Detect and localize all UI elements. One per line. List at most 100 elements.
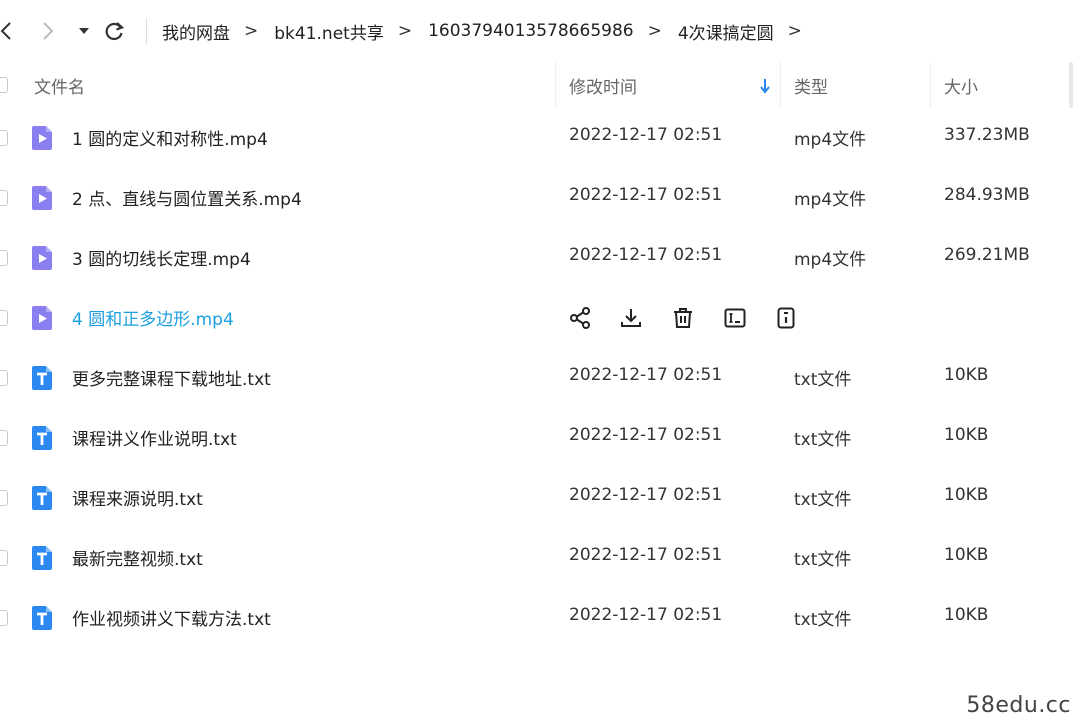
file-name[interactable]: 4 圆和正多边形.mp4 [72,305,234,330]
file-name[interactable]: 课程讲义作业说明.txt [72,425,237,450]
breadcrumb-item-current[interactable]: 4次课搞定圆 [678,19,774,44]
breadcrumb-item[interactable]: 1603794013578665986 [428,21,634,41]
file-list-header: 文件名 修改时间 类型 大小 [0,62,1085,108]
file-row[interactable]: 课程来源说明.txt 2022-12-17 02:51 txt文件 10KB [0,468,1085,528]
info-icon [777,307,795,329]
column-header-type[interactable]: 类型 [794,73,828,98]
file-row[interactable]: 1 圆的定义和对称性.mp4 2022-12-17 02:51 mp4文件 33… [0,108,1085,168]
text-file-icon [32,426,52,450]
text-file-icon [32,486,52,510]
select-all-checkbox[interactable] [0,77,8,93]
file-size: 284.93MB [944,185,1030,205]
row-checkbox[interactable] [0,430,8,446]
video-file-icon [32,246,52,270]
file-type: mp4文件 [794,130,867,150]
sort-descending-icon[interactable] [758,77,772,95]
download-icon [621,309,641,327]
chevron-left-icon [0,22,11,40]
video-file-icon [32,306,52,330]
file-row[interactable]: 2 点、直线与圆位置关系.mp4 2022-12-17 02:51 mp4文件 … [0,168,1085,228]
file-row[interactable]: 3 圆的切线长定理.mp4 2022-12-17 02:51 mp4文件 269… [0,228,1085,288]
download-button[interactable] [617,304,645,332]
row-checkbox[interactable] [0,250,8,266]
file-modified-date: 2022-12-17 02:51 [569,245,723,265]
row-checkbox[interactable] [0,130,8,146]
file-name[interactable]: 2 点、直线与圆位置关系.mp4 [72,185,302,210]
watermark: 58edu.cc [966,693,1071,718]
file-name[interactable]: 1 圆的定义和对称性.mp4 [72,125,268,150]
row-checkbox[interactable] [0,370,8,386]
row-checkbox[interactable] [0,310,8,326]
navigation-bar: 我的网盘 > bk41.net共享 > 1603794013578665986 … [0,0,1085,62]
file-type: txt文件 [794,430,852,450]
nav-divider [146,18,147,44]
row-checkbox[interactable] [0,490,8,506]
text-file-icon [32,546,52,570]
video-file-icon [32,126,52,150]
back-button[interactable] [0,16,18,46]
file-row[interactable]: 最新完整视频.txt 2022-12-17 02:51 txt文件 10KB [0,528,1085,588]
rename-icon [724,308,746,328]
file-row[interactable]: 更多完整课程下载地址.txt 2022-12-17 02:51 txt文件 10… [0,348,1085,408]
file-row[interactable]: 作业视频讲义下载方法.txt 2022-12-17 02:51 txt文件 10… [0,588,1085,648]
delete-button[interactable] [669,304,697,332]
breadcrumb-item[interactable]: bk41.net共享 [274,19,384,44]
chevron-right-icon [43,22,54,40]
column-divider [930,62,931,108]
file-type: txt文件 [794,490,852,510]
file-modified-date: 2022-12-17 02:51 [569,605,723,625]
column-divider [780,62,781,108]
file-modified-date: 2022-12-17 02:51 [569,485,723,505]
file-modified-date: 2022-12-17 02:51 [569,185,723,205]
share-icon [570,307,590,329]
file-modified-date: 2022-12-17 02:51 [569,545,723,565]
caret-down-icon [79,28,89,34]
file-size: 10KB [944,365,989,385]
file-type: mp4文件 [794,250,867,270]
file-type: txt文件 [794,550,852,570]
breadcrumb-separator: > [787,21,802,41]
column-header-size[interactable]: 大小 [944,73,978,98]
history-dropdown-button[interactable] [74,16,94,46]
column-divider [555,62,556,108]
file-type: txt文件 [794,610,852,630]
refresh-button[interactable] [100,16,128,46]
file-name[interactable]: 3 圆的切线长定理.mp4 [72,245,251,270]
breadcrumb-item[interactable]: 我的网盘 [162,19,230,44]
file-info-button[interactable] [772,304,800,332]
column-header-modified[interactable]: 修改时间 [569,73,637,98]
video-file-icon [32,186,52,210]
row-checkbox[interactable] [0,190,8,206]
file-name[interactable]: 作业视频讲义下载方法.txt [72,605,271,630]
breadcrumb-separator: > [647,21,662,41]
text-file-icon [32,606,52,630]
column-header-name[interactable]: 文件名 [34,73,85,98]
file-size: 337.23MB [944,125,1030,145]
file-modified-date: 2022-12-17 02:51 [569,365,723,385]
breadcrumb-separator: > [244,21,259,41]
file-modified-date: 2022-12-17 02:51 [569,425,723,445]
row-checkbox[interactable] [0,610,8,626]
scrollbar[interactable] [1069,62,1073,108]
file-size: 10KB [944,545,989,565]
file-size: 10KB [944,485,989,505]
breadcrumb-separator: > [397,21,413,41]
breadcrumb: 我的网盘 > bk41.net共享 > 1603794013578665986 … [162,16,818,46]
file-list: 1 圆的定义和对称性.mp4 2022-12-17 02:51 mp4文件 33… [0,108,1085,648]
forward-button[interactable] [36,16,60,46]
file-name[interactable]: 更多完整课程下载地址.txt [72,365,271,390]
file-size: 269.21MB [944,245,1030,265]
delete-icon [674,308,692,328]
file-name[interactable]: 最新完整视频.txt [72,545,203,570]
file-row-hovered[interactable]: 4 圆和正多边形.mp4 [0,288,1085,348]
row-checkbox[interactable] [0,550,8,566]
refresh-icon [105,22,125,41]
file-name[interactable]: 课程来源说明.txt [72,485,203,510]
file-row[interactable]: 课程讲义作业说明.txt 2022-12-17 02:51 txt文件 10KB [0,408,1085,468]
file-size: 10KB [944,425,989,445]
file-type: txt文件 [794,370,852,390]
file-type: mp4文件 [794,190,867,210]
share-button[interactable] [566,304,594,332]
rename-button[interactable] [721,304,749,332]
text-file-icon [32,366,52,390]
